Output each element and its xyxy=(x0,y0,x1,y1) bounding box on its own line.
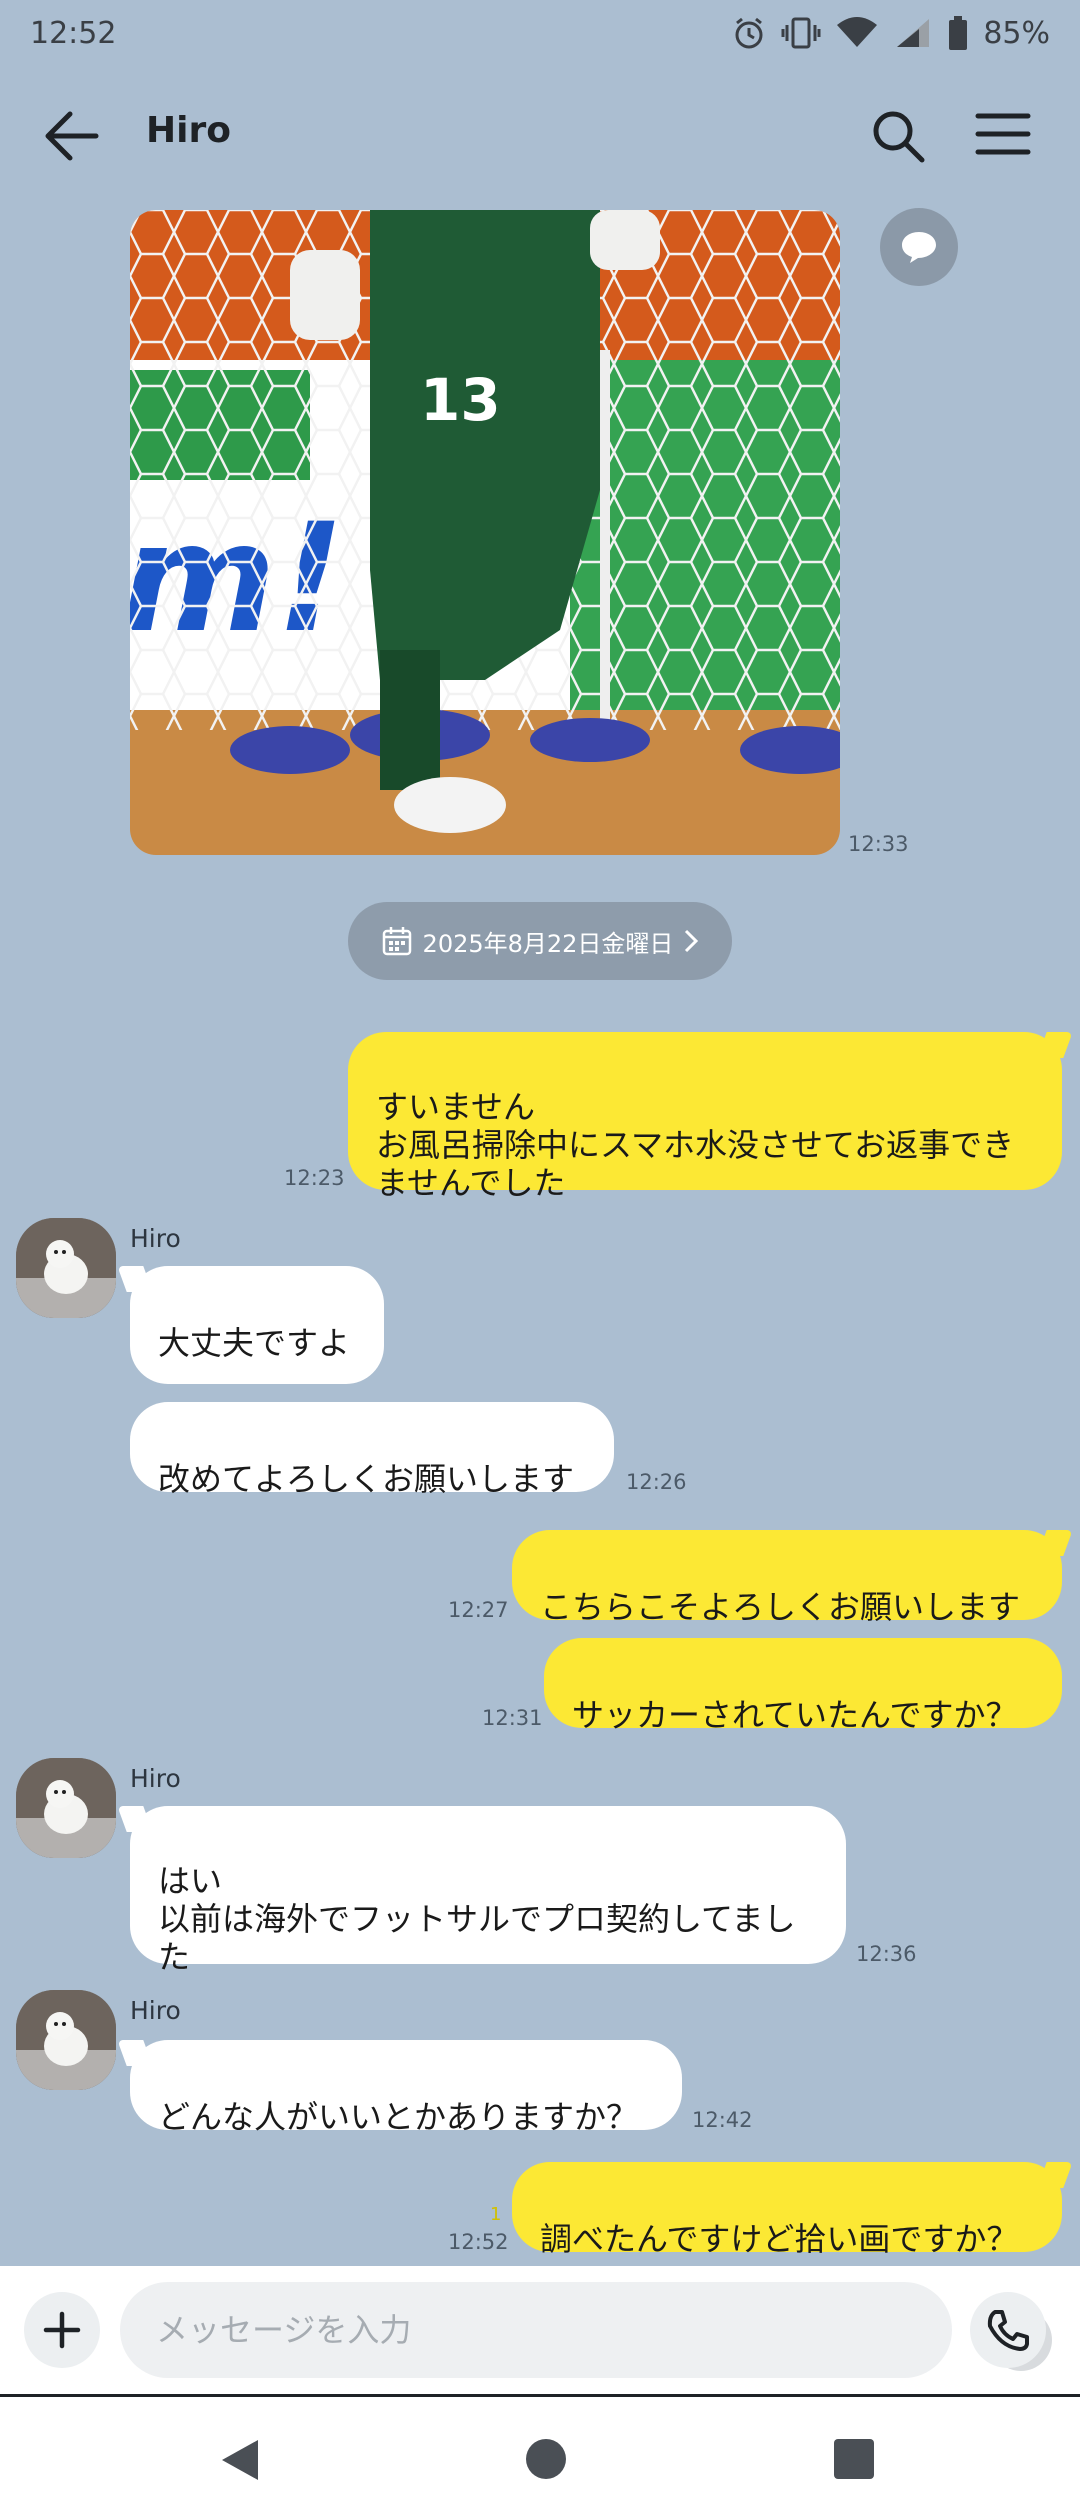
their-message-bubble[interactable]: どんな人がいいとかありますか？ xyxy=(130,2040,682,2136)
avatar[interactable] xyxy=(16,1758,116,1858)
their-message-bubble[interactable]: はい 以前は海外でフットサルでプロ契約してました xyxy=(130,1806,846,1976)
message-text: サッカーされていたんですか？ xyxy=(572,1696,1018,1734)
their-message-bubble[interactable]: 改めてよろしくお願いします xyxy=(130,1402,614,1498)
menu-icon[interactable] xyxy=(974,110,1032,158)
read-count: 1 xyxy=(490,2204,502,2225)
message-text: こちらこそよろしくお願いします xyxy=(540,1588,1021,1626)
my-message-bubble[interactable]: こちらこそよろしくお願いします xyxy=(512,1530,1062,1626)
chat-title: Hiro xyxy=(146,110,231,151)
alarm-icon xyxy=(735,17,763,49)
phone-icon xyxy=(987,2310,1029,2351)
calendar-icon xyxy=(382,927,411,956)
my-message-bubble[interactable]: サッカーされていたんですか？ xyxy=(544,1638,1062,1734)
message-input[interactable]: メッセージを入力 xyxy=(120,2282,1052,2378)
avatar[interactable] xyxy=(16,1990,116,2090)
message-text: どんな人がいいとかありますか？ xyxy=(158,2098,639,2136)
sender-name: Hiro xyxy=(130,1764,181,1793)
chevron-right-icon xyxy=(685,929,699,953)
message-text: 改めてよろしくお願いします xyxy=(158,1460,575,1498)
search-icon[interactable] xyxy=(868,106,928,166)
message-time: 12:31 xyxy=(482,1706,543,1730)
battery-percent: 85% xyxy=(983,15,1050,51)
sender-name: Hiro xyxy=(130,1996,181,2025)
goalkeeper-photo: m! 13 xyxy=(130,210,840,855)
speech-bubble-icon xyxy=(902,232,936,263)
signal-icon xyxy=(897,19,930,47)
status-time: 12:52 xyxy=(30,15,117,51)
message-text: 大丈夫ですよ xyxy=(158,1324,351,1362)
dog-avatar-image xyxy=(16,1218,116,1318)
sender-name: Hiro xyxy=(130,1224,181,1253)
nav-recents-icon[interactable] xyxy=(832,2437,876,2481)
chat-header: Hiro xyxy=(0,66,1080,206)
message-time: 12:26 xyxy=(626,1470,687,1494)
my-message-bubble[interactable]: すいません お風呂掃除中にスマホ水没させてお返事できませんでした xyxy=(348,1032,1062,1202)
wifi-icon xyxy=(837,17,878,47)
nav-back-icon[interactable] xyxy=(218,2437,262,2483)
date-label: 2025年8月22日金曜日 xyxy=(422,929,674,958)
plus-icon xyxy=(43,2311,81,2349)
nav-home-icon[interactable] xyxy=(524,2437,568,2481)
call-button[interactable] xyxy=(970,2292,1046,2368)
system-navigation-bar xyxy=(0,2397,1080,2520)
message-text: 調べたんですけど拾い画ですか？ xyxy=(540,2220,1019,2258)
back-arrow-icon[interactable] xyxy=(42,108,100,164)
my-message-bubble[interactable]: 調べたんですけど拾い画ですか？ xyxy=(512,2162,1062,2258)
message-time: 12:23 xyxy=(284,1166,345,1190)
vibrate-icon xyxy=(781,17,821,49)
date-chip[interactable]: 2025年8月22日金曜日 xyxy=(348,902,732,980)
message-time: 12:42 xyxy=(692,2108,753,2132)
their-message-bubble[interactable]: 大丈夫ですよ xyxy=(130,1266,384,1384)
battery-icon xyxy=(949,16,968,50)
status-bar: 12:52 85% xyxy=(0,0,1080,66)
message-input-bar: メッセージを入力 xyxy=(0,2266,1080,2394)
photo-message[interactable]: m! 13 xyxy=(130,210,840,855)
message-time: 12:27 xyxy=(448,1598,509,1622)
photo-comment-button[interactable] xyxy=(880,208,958,286)
status-icons: 85% xyxy=(731,15,1050,51)
message-time: 12:33 xyxy=(848,832,909,856)
dog-avatar-image xyxy=(16,1758,116,1858)
message-text: はい 以前は海外でフットサルでプロ契約してました xyxy=(158,1862,796,1976)
message-time: 12:52 xyxy=(448,2230,509,2254)
message-time: 12:36 xyxy=(856,1942,917,1966)
message-text: すいません お風呂掃除中にスマホ水没させてお返事できませんでした xyxy=(376,1088,1015,1202)
add-button[interactable] xyxy=(24,2292,100,2368)
jersey-number: 13 xyxy=(420,366,501,434)
input-placeholder: メッセージを入力 xyxy=(156,2311,412,2349)
avatar[interactable] xyxy=(16,1218,116,1318)
dog-avatar-image xyxy=(16,1990,116,2090)
